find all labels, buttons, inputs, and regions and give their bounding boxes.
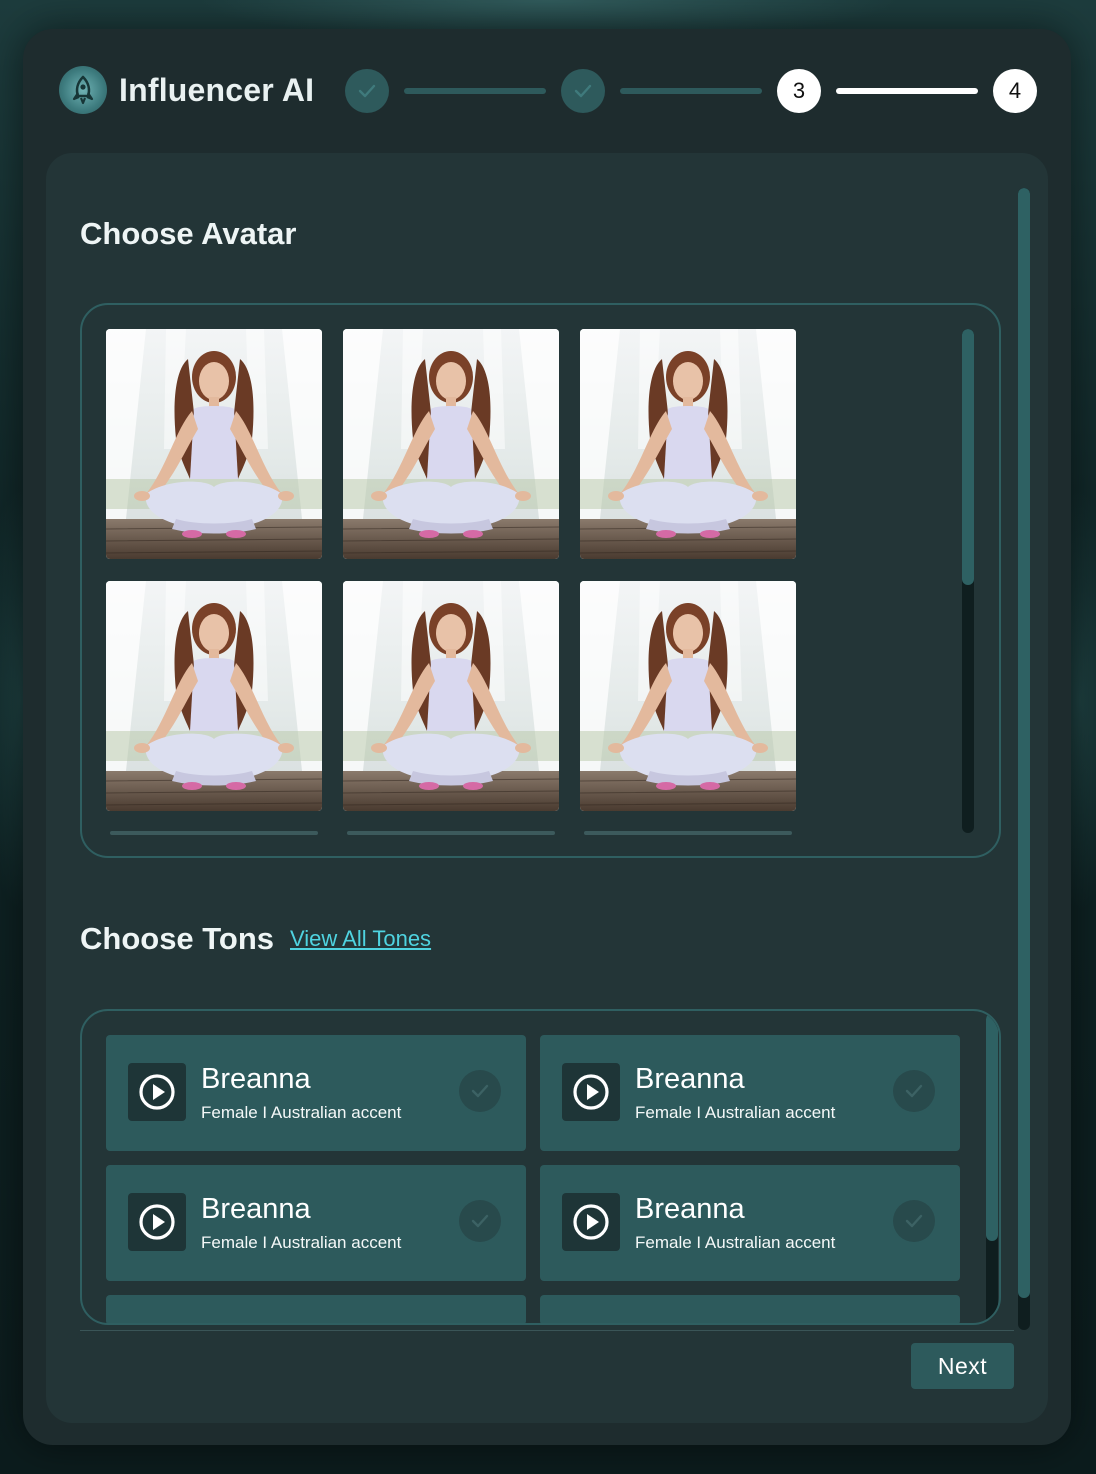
step-connector-1 — [404, 88, 546, 94]
avatar-photo — [343, 581, 559, 811]
footer-divider — [80, 1330, 1014, 1331]
avatar-card[interactable] — [580, 329, 796, 559]
tones-scrollbar-thumb[interactable] — [986, 1013, 998, 1241]
avatar-grid — [106, 329, 796, 811]
avatar-photo — [580, 329, 796, 559]
play-button[interactable] — [562, 1063, 620, 1121]
check-icon — [358, 84, 376, 98]
avatar-row-peek — [347, 831, 555, 835]
step-3[interactable]: 3 — [777, 69, 821, 113]
avatar-picker — [80, 303, 1001, 858]
avatar-photo — [106, 581, 322, 811]
app-logo: Influencer AI — [59, 66, 314, 114]
app-title: Influencer AI — [119, 71, 315, 108]
tone-card[interactable]: Breanna Female I Australian accent — [106, 1165, 526, 1281]
step-2[interactable] — [561, 69, 605, 113]
tone-card[interactable]: Breanna Female I Australian accent — [540, 1165, 960, 1281]
avatar-row-peek — [110, 831, 318, 835]
step-1[interactable] — [345, 69, 389, 113]
next-button[interactable]: Next — [911, 1343, 1014, 1389]
tone-description: Female I Australian accent — [635, 1233, 836, 1252]
view-all-tones-link[interactable]: View All Tones — [290, 926, 431, 952]
step-4[interactable]: 4 — [993, 69, 1037, 113]
avatar-card[interactable] — [580, 581, 796, 811]
check-icon — [471, 1214, 489, 1228]
panel-scrollbar-thumb[interactable] — [1018, 188, 1030, 1298]
step-connector-3 — [836, 88, 978, 94]
tone-select-toggle[interactable] — [893, 1070, 935, 1112]
avatar-row-peek — [584, 831, 792, 835]
play-button[interactable] — [562, 1193, 620, 1251]
tone-picker: Breanna Female I Australian accent Brean… — [80, 1009, 1001, 1325]
tone-name: Breanna — [201, 1063, 311, 1095]
tone-card-peek[interactable] — [106, 1295, 526, 1323]
tone-card-peek[interactable] — [540, 1295, 960, 1323]
check-icon — [471, 1084, 489, 1098]
panel-scrollbar[interactable] — [1018, 188, 1030, 1330]
avatar-section-title: Choose Avatar — [80, 216, 297, 251]
play-icon — [573, 1074, 609, 1110]
tone-grid: Breanna Female I Australian accent Brean… — [106, 1035, 960, 1323]
avatar-scrollbar[interactable] — [962, 329, 974, 833]
check-icon — [905, 1214, 923, 1228]
play-icon — [139, 1204, 175, 1240]
tones-section-title: Choose Tons — [80, 921, 275, 956]
check-icon — [574, 84, 592, 98]
tone-description: Female I Australian accent — [201, 1103, 402, 1122]
play-icon — [139, 1074, 175, 1110]
avatar-photo — [343, 329, 559, 559]
tones-scrollbar[interactable] — [986, 1013, 998, 1323]
play-button[interactable] — [128, 1063, 186, 1121]
content-panel: Choose Avatar Choose Tons View All Tones… — [46, 153, 1048, 1423]
avatar-card[interactable] — [106, 581, 322, 811]
step-3-label: 3 — [792, 78, 806, 103]
tone-description: Female I Australian accent — [635, 1103, 836, 1122]
tone-name: Breanna — [201, 1193, 311, 1225]
avatar-card[interactable] — [343, 581, 559, 811]
step-4-label: 4 — [1008, 78, 1022, 103]
avatar-card[interactable] — [343, 329, 559, 559]
tone-card[interactable]: Breanna Female I Australian accent — [540, 1035, 960, 1151]
tone-name: Breanna — [635, 1063, 745, 1095]
avatar-card[interactable] — [106, 329, 322, 559]
avatar-photo — [580, 581, 796, 811]
tone-description: Female I Australian accent — [201, 1233, 402, 1252]
rocket-icon — [59, 66, 107, 114]
app-window: Influencer AI 3 4 Choose Avatar Choose T… — [23, 29, 1071, 1445]
check-icon — [905, 1084, 923, 1098]
avatar-photo — [106, 329, 322, 559]
tone-select-toggle[interactable] — [893, 1200, 935, 1242]
tone-select-toggle[interactable] — [459, 1200, 501, 1242]
step-connector-2 — [620, 88, 762, 94]
progress-stepper: 3 4 — [345, 69, 1037, 113]
avatar-scrollbar-thumb[interactable] — [962, 329, 974, 585]
play-button[interactable] — [128, 1193, 186, 1251]
tone-select-toggle[interactable] — [459, 1070, 501, 1112]
play-icon — [573, 1204, 609, 1240]
tone-name: Breanna — [635, 1193, 745, 1225]
tone-card[interactable]: Breanna Female I Australian accent — [106, 1035, 526, 1151]
